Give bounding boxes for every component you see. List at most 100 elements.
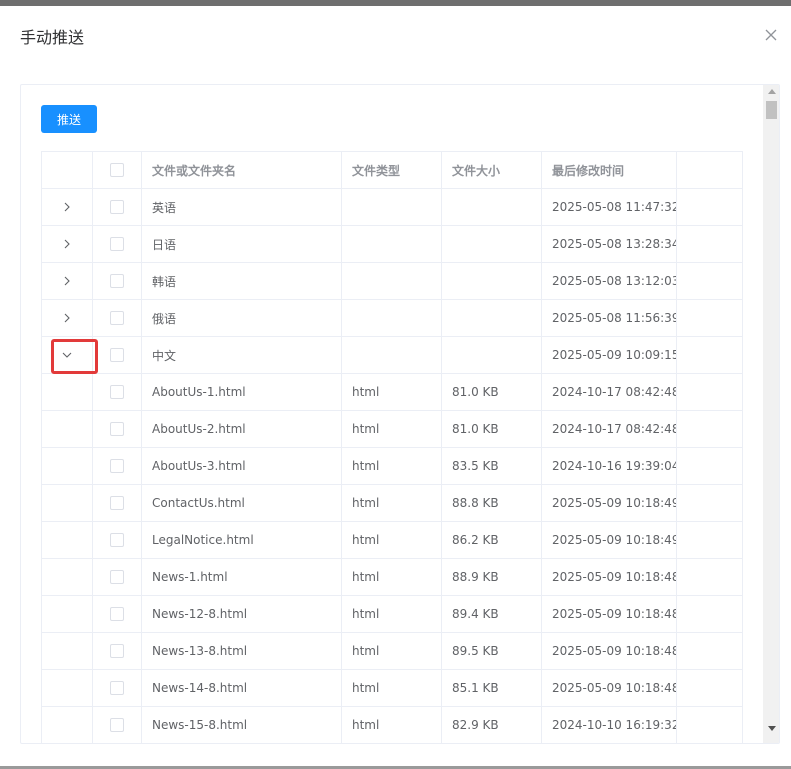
row-checkbox[interactable] (110, 422, 124, 437)
select-cell (92, 447, 142, 485)
chevron-right-icon[interactable] (59, 199, 75, 215)
file-type: html (341, 669, 442, 707)
row-checkbox[interactable] (110, 200, 124, 215)
row-checkbox[interactable] (110, 311, 124, 326)
row-checkbox[interactable] (110, 496, 124, 511)
table-header-row: 文件或文件夹名 文件类型 文件大小 最后修改时间 (41, 151, 743, 189)
file-row[interactable]: LegalNotice.html html 86.2 KB 2025-05-09 10… (41, 521, 743, 559)
close-icon[interactable] (764, 28, 778, 42)
file-size (441, 336, 542, 374)
extra-cell (676, 558, 743, 596)
extra-cell (676, 225, 743, 263)
modified-time: 2024-10-10 16:19:32 (541, 706, 677, 743)
chevron-down-icon[interactable] (59, 347, 75, 363)
extra-cell (676, 447, 743, 485)
expand-cell (41, 706, 93, 743)
row-checkbox[interactable] (110, 681, 124, 696)
file-panel: 推送 文件或文件夹名 文件类型 文件大小 最后修改时间 英语 2025-05-0… (20, 84, 780, 744)
file-row[interactable]: News-14-8.html html 85.1 KB 2025-05-09 10:1… (41, 669, 743, 707)
file-name: 俄语 (141, 299, 342, 337)
expand-cell (41, 262, 93, 300)
folder-row[interactable]: 韩语 2025-05-08 13:12:03 (41, 262, 743, 300)
push-button[interactable]: 推送 (41, 105, 97, 133)
expand-column-header (41, 151, 93, 189)
chevron-right-icon[interactable] (59, 273, 75, 289)
modified-time: 2025-05-08 11:47:32 (541, 188, 677, 226)
expand-cell (41, 558, 93, 596)
modified-time: 2025-05-09 10:18:49 (541, 521, 677, 559)
modified-time: 2025-05-09 10:18:48 (541, 669, 677, 707)
extra-cell (676, 299, 743, 337)
file-name: AboutUs-1.html (141, 373, 342, 411)
chevron-right-icon[interactable] (59, 236, 75, 252)
select-cell (92, 595, 142, 633)
file-type (341, 299, 442, 337)
modified-time: 2025-05-08 13:28:34 (541, 225, 677, 263)
modified-time: 2025-05-09 10:18:49 (541, 484, 677, 522)
size-column-header[interactable]: 文件大小 (441, 151, 542, 189)
expand-cell (41, 521, 93, 559)
expand-cell (41, 484, 93, 522)
row-checkbox[interactable] (110, 274, 124, 289)
file-row[interactable]: ContactUs.html html 88.8 KB 2025-05-09 10:1… (41, 484, 743, 522)
extra-cell (676, 336, 743, 374)
file-size (441, 262, 542, 300)
file-name: News-13-8.html (141, 632, 342, 670)
expand-cell (41, 595, 93, 633)
file-size: 88.9 KB (441, 558, 542, 596)
extra-cell (676, 706, 743, 743)
file-row[interactable]: News-1.html html 88.9 KB 2025-05-09 10:18:4… (41, 558, 743, 596)
chevron-right-icon[interactable] (59, 310, 75, 326)
select-all-checkbox[interactable] (110, 163, 124, 178)
expand-cell (41, 447, 93, 485)
row-checkbox[interactable] (110, 607, 124, 622)
select-cell (92, 188, 142, 226)
row-checkbox[interactable] (110, 348, 124, 363)
type-column-header[interactable]: 文件类型 (341, 151, 442, 189)
select-cell (92, 410, 142, 448)
dialog-title: 手动推送 (20, 28, 85, 47)
file-row[interactable]: News-15-8.html html 82.9 KB 2024-10-10 16:1… (41, 706, 743, 743)
scrollbar-thumb[interactable] (766, 101, 777, 119)
file-row[interactable]: AboutUs-2.html html 81.0 KB 2024-10-17 08:4… (41, 410, 743, 448)
select-cell (92, 225, 142, 263)
folder-row[interactable]: 英语 2025-05-08 11:47:32 (41, 188, 743, 226)
file-size: 81.0 KB (441, 410, 542, 448)
modified-time: 2024-10-16 19:39:04 (541, 447, 677, 485)
row-checkbox[interactable] (110, 237, 124, 252)
select-cell (92, 558, 142, 596)
folder-row[interactable]: 中文 2025-05-09 10:09:15 (41, 336, 743, 374)
name-column-header[interactable]: 文件或文件夹名 (141, 151, 342, 189)
file-name: 韩语 (141, 262, 342, 300)
file-name: ContactUs.html (141, 484, 342, 522)
extra-cell (676, 484, 743, 522)
file-name: LegalNotice.html (141, 521, 342, 559)
select-cell (92, 484, 142, 522)
row-checkbox[interactable] (110, 644, 124, 659)
table-body: 英语 2025-05-08 11:47:32 日语 2025-05-08 13:28:… (41, 188, 743, 743)
vertical-scrollbar[interactable] (763, 85, 779, 743)
folder-row[interactable]: 日语 2025-05-08 13:28:34 (41, 225, 743, 263)
expand-cell (41, 669, 93, 707)
file-row[interactable]: AboutUs-3.html html 83.5 KB 2024-10-16 19:3… (41, 447, 743, 485)
row-checkbox[interactable] (110, 459, 124, 474)
row-checkbox[interactable] (110, 385, 124, 400)
scroll-down-arrow-icon[interactable] (768, 726, 776, 731)
row-checkbox[interactable] (110, 533, 124, 548)
file-type: html (341, 706, 442, 743)
file-row[interactable]: News-12-8.html html 89.4 KB 2025-05-09 10:1… (41, 595, 743, 633)
select-cell (92, 706, 142, 743)
folder-row[interactable]: 俄语 2025-05-08 11:56:39 (41, 299, 743, 337)
row-checkbox[interactable] (110, 570, 124, 585)
file-row[interactable]: News-13-8.html html 89.5 KB 2025-05-09 10:1… (41, 632, 743, 670)
file-row[interactable]: AboutUs-1.html html 81.0 KB 2024-10-17 08:4… (41, 373, 743, 411)
file-type (341, 188, 442, 226)
modified-column-header[interactable]: 最后修改时间 (541, 151, 677, 189)
extra-cell (676, 669, 743, 707)
modified-time: 2025-05-09 10:09:15 (541, 336, 677, 374)
file-type (341, 336, 442, 374)
file-size (441, 225, 542, 263)
file-type: html (341, 595, 442, 633)
scroll-up-arrow-icon[interactable] (768, 89, 776, 94)
row-checkbox[interactable] (110, 718, 124, 733)
